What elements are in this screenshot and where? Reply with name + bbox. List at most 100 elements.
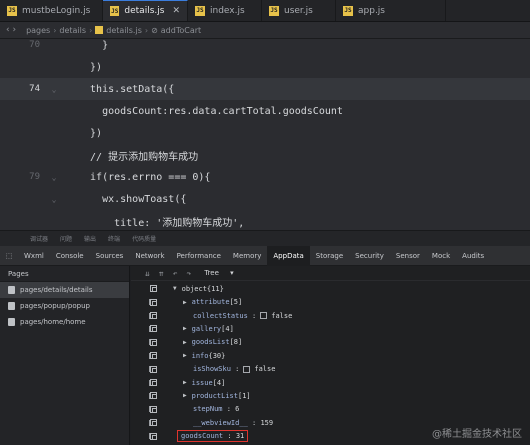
boolean-checkbox[interactable]	[243, 365, 251, 373]
devtools-tab-security[interactable]: Security	[349, 246, 390, 266]
inspect-icon[interactable]: ⬚	[0, 252, 18, 260]
code-line[interactable]: 70 }	[0, 39, 530, 56]
tree-key: isShowSku	[193, 365, 231, 374]
tree-key: collectStatus	[193, 311, 248, 320]
nav-arrows-icon[interactable]: ‹ ›	[6, 25, 16, 35]
devtools-tab-console[interactable]: Console	[50, 246, 90, 266]
tree-row[interactable]: collectStatus : false	[131, 309, 530, 323]
expand-arrow-icon[interactable]: ▶	[183, 392, 187, 399]
code-line[interactable]: // 提示添加购物车成功	[0, 144, 530, 166]
edit-icon[interactable]	[150, 405, 157, 413]
tree-key: issue	[191, 378, 213, 387]
edit-icon[interactable]	[150, 392, 157, 400]
edit-icon[interactable]	[150, 312, 157, 320]
collapse-icon[interactable]: ⇊	[145, 269, 150, 278]
edit-icon[interactable]	[150, 325, 157, 333]
devtools-tab-sources[interactable]: Sources	[90, 246, 130, 266]
page-item[interactable]: pages/popup/popup	[0, 298, 129, 314]
tree-value[interactable]: 6	[235, 405, 239, 413]
tab-details[interactable]: JS details.js ✕	[103, 0, 188, 21]
tree-row[interactable]: ▶ issue [4]	[131, 376, 530, 390]
panel-tab[interactable]: 代码质量	[132, 234, 156, 243]
breadcrumb-part[interactable]: details	[59, 26, 86, 35]
tab-user[interactable]: JS user.js	[262, 0, 336, 21]
devtools-tab-memory[interactable]: Memory	[227, 246, 267, 266]
tree-value: false	[254, 365, 276, 374]
tree-value[interactable]: 159	[260, 419, 273, 427]
tree-row[interactable]: ▶ attribute [5]	[131, 295, 530, 309]
page-item[interactable]: pages/home/home	[0, 314, 129, 330]
expand-icon[interactable]: ⇈	[159, 269, 164, 278]
edit-icon[interactable]	[150, 379, 157, 387]
close-icon[interactable]: ✕	[172, 6, 180, 16]
edit-icon[interactable]	[150, 419, 157, 427]
edit-icon[interactable]	[150, 432, 157, 440]
fold-chevron-icon[interactable]: ⌄	[48, 85, 60, 94]
tab-mustbelogin[interactable]: JS mustbeLogin.js	[0, 0, 103, 21]
code-line[interactable]: 74 ⌄ this.setData({	[0, 78, 530, 100]
devtools-tab-wxml[interactable]: Wxml	[18, 246, 50, 266]
breadcrumb-part[interactable]: pages	[26, 26, 50, 35]
panel-tab[interactable]: 终端	[108, 234, 120, 243]
tree-row[interactable]: ▶ gallery [4]	[131, 322, 530, 336]
tree-value: [8]	[229, 338, 243, 347]
line-number: 74	[29, 84, 40, 94]
devtools-tab-appdata[interactable]: AppData	[267, 245, 310, 266]
edit-icon[interactable]	[150, 298, 157, 306]
code-line[interactable]: ⌄ wx.showToast({	[0, 188, 530, 210]
tree-row[interactable]: ▶ info {30}	[131, 349, 530, 363]
devtools-tab-storage[interactable]: Storage	[310, 246, 349, 266]
expand-arrow-icon[interactable]: ▶	[183, 379, 187, 386]
tab-label: user.js	[284, 5, 313, 16]
devtools-tab-sensor[interactable]: Sensor	[390, 246, 426, 266]
code-line[interactable]: })	[0, 56, 530, 78]
code-text: if(res.errno === 0){	[78, 171, 211, 183]
edit-icon[interactable]	[150, 365, 157, 373]
page-item[interactable]: pages/details/details	[0, 282, 129, 298]
tree-root-row[interactable]: ▼ object {11}	[131, 282, 530, 296]
code-line[interactable]: title: '添加购物车成功',	[0, 210, 530, 230]
expand-arrow-icon[interactable]: ▶	[183, 352, 187, 359]
code-text: // 提示添加购物车成功	[78, 151, 199, 163]
tab-index[interactable]: JS index.js	[188, 0, 262, 21]
panel-tab[interactable]: 问题	[60, 234, 72, 243]
boolean-checkbox[interactable]	[260, 312, 268, 320]
devtools-tab-network[interactable]: Network	[129, 246, 170, 266]
code-line[interactable]: })	[0, 122, 530, 144]
tree-row[interactable]: stepNum : 6	[131, 403, 530, 417]
devtools-tab-bar: ⬚ Wxml Console Sources Network Performance Me…	[0, 245, 530, 266]
redo-icon[interactable]: ↷	[186, 269, 191, 278]
tab-app[interactable]: JS app.js	[336, 0, 446, 21]
panel-tab[interactable]: 输出	[84, 234, 96, 243]
separator-icon: ›	[53, 25, 57, 35]
breadcrumb: ‹ › pages › details › details.js › ⊘ add…	[0, 22, 530, 39]
edit-icon[interactable]	[150, 338, 157, 346]
page-item-label: pages/home/home	[20, 318, 86, 326]
tree-row[interactable]: ▶ productList [1]	[131, 389, 530, 403]
breadcrumb-file[interactable]: details.js	[106, 26, 142, 35]
edit-icon[interactable]	[150, 352, 157, 360]
devtools-tab-mock[interactable]: Mock	[426, 246, 456, 266]
tree-value[interactable]: 31	[236, 432, 244, 440]
code-line[interactable]: goodsCount:res.data.cartTotal.goodsCount	[0, 100, 530, 122]
collapse-arrow-icon[interactable]: ▼	[173, 285, 177, 292]
fold-chevron-icon[interactable]: ⌄	[48, 173, 60, 182]
devtools-tab-performance[interactable]: Performance	[171, 246, 227, 266]
edit-icon[interactable]	[150, 285, 157, 293]
expand-arrow-icon[interactable]: ▶	[183, 339, 187, 346]
highlight-box: goodsCount : 31	[177, 430, 249, 443]
code-editor[interactable]: 70 } }) 74 ⌄ this.setData({ goodsCount:res…	[0, 39, 530, 230]
panel-tab[interactable]: 调试器	[30, 234, 48, 243]
devtools-tab-audits[interactable]: Audits	[456, 246, 490, 266]
expand-arrow-icon[interactable]: ▶	[183, 299, 187, 306]
expand-arrow-icon[interactable]: ▶	[183, 325, 187, 332]
tree-row[interactable]: ▶ goodsList [8]	[131, 336, 530, 350]
tree-value: [1]	[237, 391, 251, 400]
code-line[interactable]: 79 ⌄ if(res.errno === 0){	[0, 166, 530, 188]
fold-chevron-icon[interactable]: ⌄	[48, 195, 60, 204]
pages-header: Pages	[0, 266, 129, 282]
view-mode-select[interactable]: Tree ▾	[204, 269, 233, 277]
breadcrumb-symbol[interactable]: addToCart	[161, 26, 201, 35]
tree-row[interactable]: isShowSku : false	[131, 362, 530, 376]
undo-icon[interactable]: ↶	[173, 269, 178, 278]
